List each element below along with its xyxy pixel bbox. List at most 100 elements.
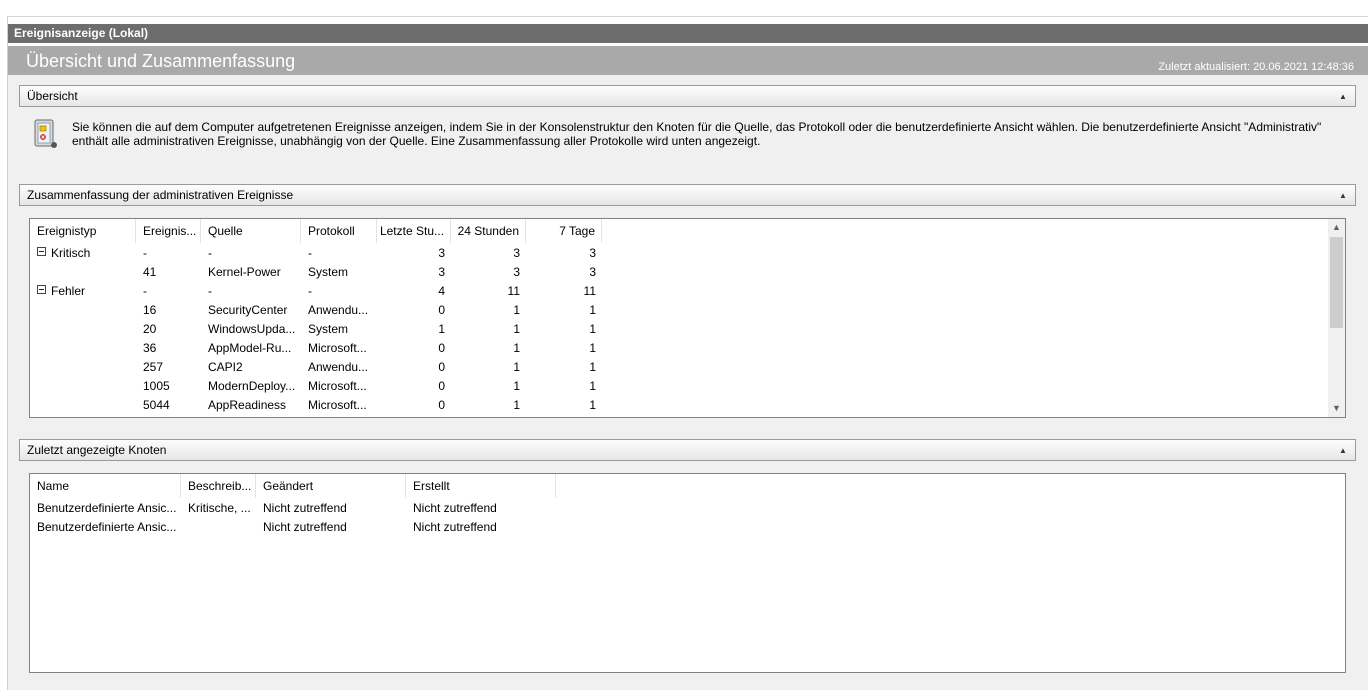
col-changed[interactable]: Geändert [256, 474, 406, 498]
cell-log: Anwendu... [301, 358, 377, 377]
scroll-thumb[interactable] [1330, 237, 1343, 328]
cell-event-id: 36 [136, 339, 201, 358]
table-row[interactable]: 257 CAPI2 Anwendu... 0 1 1 [30, 358, 1330, 377]
summary-table[interactable]: Ereignistyp Ereignis... Quelle Protokoll… [29, 218, 1346, 418]
cell-event-type-text: Fehler [51, 284, 86, 298]
header-band: Übersicht und Zusammenfassung Zuletzt ak… [8, 46, 1368, 75]
col-created[interactable]: Erstellt [406, 474, 556, 498]
cell-event-type: Fehler [30, 282, 136, 301]
scroll-down-arrow[interactable]: ▼ [1328, 400, 1345, 417]
col-description[interactable]: Beschreib... [181, 474, 256, 498]
cell-7-days: 1 [526, 358, 602, 377]
cell-event-type [30, 358, 136, 377]
cell-7-days: 1 [526, 320, 602, 339]
cell-event-type: Kritisch [30, 244, 136, 263]
event-log-icon [34, 119, 57, 148]
cell-name: Benutzerdefinierte Ansic... [37, 520, 177, 534]
table-row[interactable]: 16 SecurityCenter Anwendu... 0 1 1 [30, 301, 1330, 320]
cell-24-hours: 1 [451, 377, 526, 396]
cell-7-days-text: 1 [589, 322, 596, 336]
cell-last-hour-text: 3 [438, 246, 445, 260]
cell-24-hours-text: 1 [513, 341, 520, 355]
table-row[interactable]: 5044 AppReadiness Microsoft... 0 1 1 [30, 396, 1330, 415]
col-event-id[interactable]: Ereignis... [136, 219, 201, 243]
cell-log-text: Microsoft... [308, 398, 367, 412]
cell-last-hour-text: 3 [438, 265, 445, 279]
cell-log: Microsoft... [301, 377, 377, 396]
list-item[interactable]: Benutzerdefinierte Ansic... Kritische, ..… [30, 499, 1330, 518]
cell-changed: Nicht zutreffend [263, 501, 347, 515]
cell-source-text: Kernel-Power [208, 265, 281, 279]
list-item[interactable]: Benutzerdefinierte Ansic... Nicht zutreff… [30, 518, 1330, 537]
cell-7-days-text: 1 [589, 379, 596, 393]
cell-log: System [301, 263, 377, 282]
table-row[interactable]: Fehler - - - 4 11 11 [30, 282, 1330, 301]
cell-event-id: 20 [136, 320, 201, 339]
table-row[interactable]: 41 Kernel-Power System 3 3 3 [30, 263, 1330, 282]
cell-24-hours: 1 [451, 396, 526, 415]
cell-7-days-text: 3 [589, 246, 596, 260]
cell-source: SecurityCenter [201, 301, 301, 320]
cell-event-type [30, 320, 136, 339]
last-updated: Zuletzt aktualisiert: 20.06.2021 12:48:3… [1158, 61, 1354, 73]
cell-event-id-text: 20 [143, 322, 157, 336]
recent-section-title: Zuletzt angezeigte Knoten [27, 443, 167, 457]
cell-last-hour-text: 0 [438, 398, 445, 412]
cell-log: - [301, 282, 377, 301]
cell-24-hours-text: 1 [513, 360, 520, 374]
recent-section-header[interactable]: Zuletzt angezeigte Knoten ▲ [19, 439, 1356, 461]
collapse-recent-button[interactable]: ▲ [1337, 440, 1349, 460]
cell-24-hours: 1 [451, 320, 526, 339]
cell-7-days-text: 1 [589, 341, 596, 355]
cell-event-id: - [136, 244, 201, 263]
cell-source-text: AppModel-Ru... [208, 341, 292, 355]
cell-last-hour-text: 4 [438, 284, 445, 298]
cell-event-type [30, 396, 136, 415]
cell-source-text: WindowsUpda... [208, 322, 296, 336]
cell-24-hours: 1 [451, 301, 526, 320]
col-last-hour[interactable]: Letzte Stu... [377, 219, 451, 243]
cell-log-text: Anwendu... [308, 303, 369, 317]
cell-source-text: SecurityCenter [208, 303, 288, 317]
col-log[interactable]: Protokoll [301, 219, 377, 243]
cell-last-hour-text: 0 [438, 303, 445, 317]
cell-24-hours: 3 [451, 263, 526, 282]
cell-description: Kritische, ... [188, 501, 251, 515]
scroll-up-arrow[interactable]: ▲ [1328, 219, 1345, 236]
overview-section-header[interactable]: Übersicht ▲ [19, 85, 1356, 107]
col-name[interactable]: Name [30, 474, 181, 498]
cell-24-hours-text: 3 [513, 265, 520, 279]
cell-event-id: 5044 [136, 396, 201, 415]
cell-created: Nicht zutreffend [413, 501, 497, 515]
cell-source: AppReadiness [201, 396, 301, 415]
table-row[interactable]: 1005 ModernDeploy... Microsoft... 0 1 1 [30, 377, 1330, 396]
collapse-node-icon[interactable] [37, 285, 46, 295]
summary-section-header[interactable]: Zusammenfassung der administrativen Erei… [19, 184, 1356, 206]
table-row[interactable]: 20 WindowsUpda... System 1 1 1 [30, 320, 1330, 339]
cell-source-text: AppReadiness [208, 398, 287, 412]
cell-event-id-text: 257 [143, 360, 164, 374]
cell-event-id-text: - [143, 246, 147, 260]
cell-last-hour: 4 [377, 282, 451, 301]
cell-7-days-text: 3 [589, 265, 596, 279]
cell-24-hours-text: 11 [507, 284, 520, 298]
collapse-overview-button[interactable]: ▲ [1337, 86, 1349, 106]
cell-event-id-text: 16 [143, 303, 157, 317]
cell-source: WindowsUpda... [201, 320, 301, 339]
cell-log-text: Microsoft... [308, 341, 367, 355]
cell-24-hours: 1 [451, 339, 526, 358]
cell-event-id-text: 1005 [143, 379, 170, 393]
cell-7-days-text: 1 [589, 398, 596, 412]
cell-source-text: CAPI2 [208, 360, 243, 374]
table-row[interactable]: 36 AppModel-Ru... Microsoft... 0 1 1 [30, 339, 1330, 358]
col-7-days[interactable]: 7 Tage [526, 219, 602, 243]
summary-scrollbar[interactable]: ▲ ▼ [1328, 219, 1345, 417]
collapse-summary-button[interactable]: ▲ [1337, 185, 1349, 205]
collapse-node-icon[interactable] [37, 247, 46, 257]
col-source[interactable]: Quelle [201, 219, 301, 243]
col-event-type[interactable]: Ereignistyp [30, 219, 136, 243]
cell-log-text: System [308, 265, 349, 279]
recent-nodes-table[interactable]: Name Beschreib... Geändert Erstellt Benu… [29, 473, 1346, 673]
table-row[interactable]: Kritisch - - - 3 3 3 [30, 244, 1330, 263]
col-24-hours[interactable]: 24 Stunden [451, 219, 526, 243]
